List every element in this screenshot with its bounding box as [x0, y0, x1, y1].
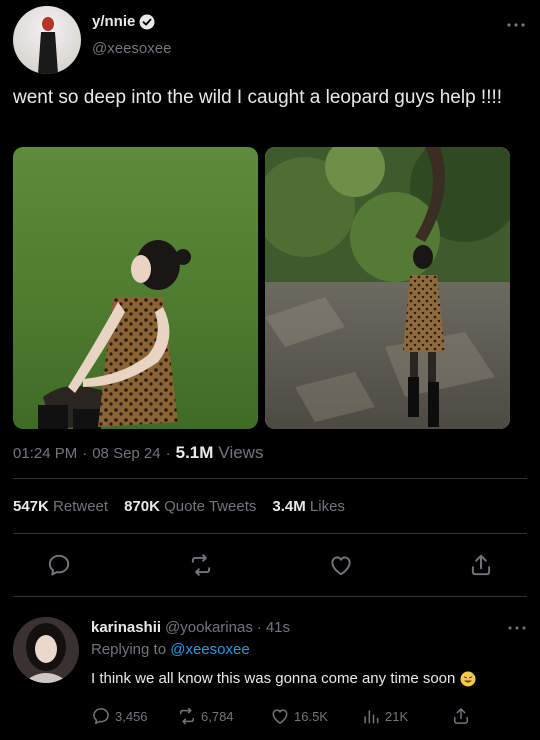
- meta-separator: ·: [165, 445, 171, 462]
- tweet-actions: [13, 548, 527, 582]
- reply-views-action[interactable]: 21K: [361, 706, 408, 726]
- reply-share-action[interactable]: [451, 706, 471, 726]
- reply-retweet-action[interactable]: 6,784: [177, 706, 234, 726]
- author-avatar-figure: [38, 17, 58, 74]
- reply-like-count: 16.5K: [294, 708, 328, 724]
- divider: [13, 478, 527, 479]
- reply-more-icon[interactable]: [507, 624, 527, 632]
- tweet-text: went so deep into the wild I caught a le…: [13, 87, 503, 108]
- reply-time[interactable]: 41s: [266, 619, 290, 636]
- divider: [13, 533, 527, 534]
- reply-reply-action[interactable]: 3,456: [91, 706, 148, 726]
- share-icon: [454, 708, 468, 724]
- reply-like-action[interactable]: 16.5K: [270, 706, 328, 726]
- reply-name-row: karinashii @yookarinas · 41s: [91, 619, 290, 636]
- reply-text: I think we all know this was gonna come …: [91, 670, 456, 687]
- reply-actions: 3,456 6,784 16.5K 21K: [91, 706, 476, 728]
- reply-icon[interactable]: [46, 552, 72, 578]
- views-label: Views: [218, 443, 264, 462]
- verified-badge-icon: [139, 14, 155, 29]
- retweet-icon: [180, 707, 194, 725]
- share-icon[interactable]: [468, 552, 494, 578]
- replying-to-handle[interactable]: @xeesoxee: [170, 641, 249, 658]
- views-icon: [364, 710, 379, 724]
- photo-grass-illustration: [13, 147, 258, 429]
- author-handle[interactable]: @xeesoxee: [92, 40, 171, 57]
- tweet-date[interactable]: 08 Sep 24: [92, 445, 160, 462]
- replying-prefix: Replying to: [91, 641, 167, 658]
- like-icon: [272, 709, 288, 724]
- grinning-sweat-emoji-icon: [460, 671, 476, 686]
- retweet-label: Retweet: [53, 498, 109, 515]
- reply-tweet[interactable]: karinashii @yookarinas · 41s Replying to…: [0, 598, 540, 740]
- reply-avatar[interactable]: [13, 617, 79, 683]
- more-icon[interactable]: [505, 20, 527, 30]
- author-name-row: y/nnie: [92, 13, 155, 30]
- retweet-count: 547K: [13, 498, 49, 515]
- tweet-stats: 547K Retweet 870K Quote Tweets 3.4M Like…: [13, 498, 345, 515]
- meta-separator: ·: [82, 445, 88, 462]
- reply-author-name[interactable]: karinashii: [91, 619, 161, 636]
- tweet-meta: 01:24 PM · 08 Sep 24 · 5.1M Views: [13, 443, 263, 463]
- reply-views-count: 21K: [385, 708, 409, 724]
- reply-author-handle[interactable]: @yookarinas: [165, 619, 253, 636]
- reply-icon: [93, 708, 109, 725]
- quote-stat[interactable]: 870K Quote Tweets: [124, 498, 256, 515]
- tweet-header: y/nnie @xeesoxee: [13, 6, 527, 76]
- likes-stat[interactable]: 3.4M Likes: [272, 498, 345, 515]
- author-avatar[interactable]: [13, 6, 81, 74]
- tweet-media: [13, 147, 510, 429]
- like-icon[interactable]: [328, 552, 354, 578]
- quote-label: Quote Tweets: [164, 498, 257, 515]
- reply-separator: ·: [256, 619, 262, 636]
- retweet-icon[interactable]: [188, 552, 214, 578]
- replying-to: Replying to @xeesoxee: [91, 641, 250, 658]
- tweet-time[interactable]: 01:24 PM: [13, 445, 77, 462]
- views-count: 5.1M: [175, 443, 214, 462]
- likes-count: 3.4M: [272, 498, 306, 515]
- likes-label: Likes: [309, 498, 345, 515]
- reply-text-row: I think we all know this was gonna come …: [91, 670, 476, 687]
- divider: [13, 596, 527, 597]
- author-name[interactable]: y/nnie: [92, 13, 135, 30]
- reply-avatar-figure: [13, 617, 79, 683]
- retweet-stat[interactable]: 547K Retweet: [13, 498, 108, 515]
- reply-retweet-count: 6,784: [201, 708, 234, 724]
- quote-count: 870K: [124, 498, 160, 515]
- tweet-photo-2[interactable]: [265, 147, 510, 429]
- tweet-photo-1[interactable]: [13, 147, 258, 429]
- reply-reply-count: 3,456: [115, 708, 148, 724]
- photo-forest-illustration: [265, 147, 510, 429]
